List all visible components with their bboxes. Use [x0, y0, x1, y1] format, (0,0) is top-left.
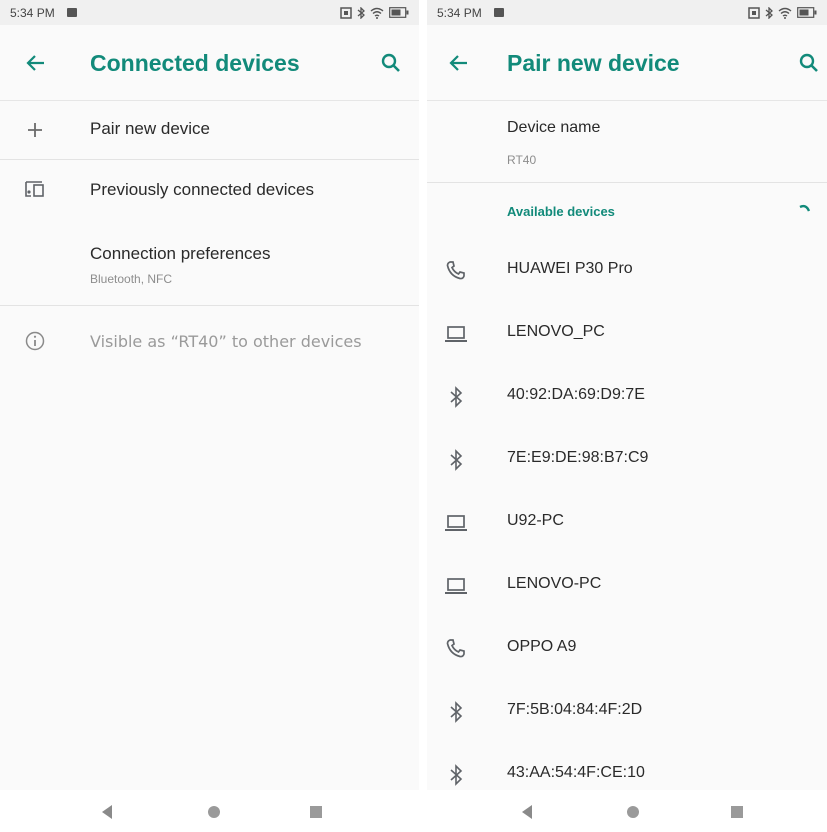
navigation-bar — [427, 790, 827, 832]
pair-new-device-label: Pair new device — [90, 119, 211, 138]
recents-nav-button[interactable] — [308, 804, 324, 820]
back-triangle-icon — [522, 805, 532, 819]
available-devices-label: Available devices — [507, 204, 615, 219]
bluetooth-status-icon — [357, 6, 365, 19]
device-item[interactable]: U92-PC — [427, 492, 827, 552]
previously-connected-devices-item[interactable]: Previously connected devices — [0, 160, 419, 220]
home-nav-button[interactable] — [206, 804, 222, 820]
bluetooth-icon — [450, 449, 463, 471]
device-name: OPPO A9 — [507, 638, 577, 655]
app-bar: Pair new device — [427, 25, 827, 101]
status-bar: 5:34 PM — [0, 0, 419, 25]
divider — [427, 182, 827, 183]
home-circle-icon — [208, 806, 220, 818]
device-item[interactable]: 7E:E9:DE:98:B7:C9 — [427, 429, 827, 489]
info-icon — [25, 331, 45, 351]
back-triangle-icon — [102, 805, 112, 819]
laptop-icon — [445, 326, 467, 342]
back-nav-button[interactable] — [522, 804, 538, 820]
bluetooth-status-icon — [765, 6, 773, 19]
back-arrow-icon[interactable] — [447, 51, 471, 75]
recents-square-icon — [310, 806, 322, 818]
divider — [0, 305, 419, 306]
plus-icon — [28, 123, 42, 137]
device-name-value: RT40 — [507, 153, 537, 167]
visibility-info: Visible as “RT40” to other devices — [0, 318, 419, 364]
pair-new-device-item[interactable]: Pair new device — [0, 101, 419, 159]
device-name: U92-PC — [507, 512, 564, 529]
connection-preferences-item[interactable]: Connection preferences Bluetooth, NFC — [0, 228, 419, 304]
device-name: 7E:E9:DE:98:B7:C9 — [507, 449, 649, 466]
status-bar: 5:34 PM — [427, 0, 827, 25]
notification-icon — [493, 8, 504, 17]
devices-icon — [25, 181, 44, 197]
nfc-icon — [340, 6, 352, 19]
system-icons — [340, 6, 409, 19]
connection-preferences-subtitle: Bluetooth, NFC — [90, 272, 173, 286]
bluetooth-icon — [450, 701, 463, 723]
device-item[interactable]: OPPO A9 — [427, 618, 827, 678]
pair-new-device-screen: 5:34 PM Pair new device Device name RT40… — [427, 0, 827, 790]
phone-icon — [446, 261, 465, 280]
page-title: Pair new device — [507, 50, 680, 76]
bluetooth-icon — [450, 764, 463, 786]
connection-preferences-label: Connection preferences — [90, 244, 271, 263]
recents-nav-button[interactable] — [729, 804, 745, 820]
app-bar: Connected devices — [0, 25, 419, 101]
back-nav-button[interactable] — [102, 804, 118, 820]
laptop-icon — [445, 578, 467, 594]
device-item[interactable]: 40:92:DA:69:D9:7E — [427, 366, 827, 426]
available-devices-header: Available devices — [427, 196, 827, 226]
device-name-label: Device name — [507, 119, 601, 136]
device-name-item[interactable]: Device name RT40 — [427, 101, 827, 181]
loading-spinner-icon — [799, 204, 811, 212]
device-name: HUAWEI P30 Pro — [507, 260, 633, 277]
system-icons — [748, 6, 817, 19]
search-icon[interactable] — [797, 51, 821, 75]
status-time: 5:34 PM — [437, 5, 482, 20]
home-nav-button[interactable] — [625, 804, 641, 820]
status-time: 5:34 PM — [10, 5, 55, 20]
device-name: 7F:5B:04:84:4F:2D — [507, 701, 643, 718]
device-item[interactable]: 43:AA:54:4F:CE:10 — [427, 744, 827, 790]
home-circle-icon — [627, 806, 639, 818]
device-item[interactable]: 7F:5B:04:84:4F:2D — [427, 681, 827, 741]
wifi-icon — [370, 7, 384, 19]
battery-icon — [797, 7, 817, 18]
navigation-bar — [0, 790, 419, 832]
back-arrow-icon[interactable] — [24, 51, 48, 75]
device-name: 43:AA:54:4F:CE:10 — [507, 764, 645, 781]
notification-icon — [66, 8, 77, 17]
device-item[interactable]: HUAWEI P30 Pro — [427, 240, 827, 300]
visible-as-text: Visible as “RT40” to other devices — [90, 332, 362, 351]
device-item[interactable]: LENOVO_PC — [427, 303, 827, 363]
connected-devices-screen: 5:34 PM Connected devices Pair new devic… — [0, 0, 419, 790]
wifi-icon — [778, 7, 792, 19]
recents-square-icon — [731, 806, 743, 818]
device-name: 40:92:DA:69:D9:7E — [507, 386, 645, 403]
device-name: LENOVO-PC — [507, 575, 602, 592]
bluetooth-icon — [450, 386, 463, 408]
battery-icon — [389, 7, 409, 18]
phone-icon — [446, 639, 465, 658]
search-icon[interactable] — [379, 51, 403, 75]
laptop-icon — [445, 515, 467, 531]
device-name: LENOVO_PC — [507, 323, 605, 340]
nfc-icon — [748, 6, 760, 19]
page-title: Connected devices — [90, 50, 300, 76]
previously-connected-label: Previously connected devices — [90, 180, 314, 199]
device-item[interactable]: LENOVO-PC — [427, 555, 827, 615]
